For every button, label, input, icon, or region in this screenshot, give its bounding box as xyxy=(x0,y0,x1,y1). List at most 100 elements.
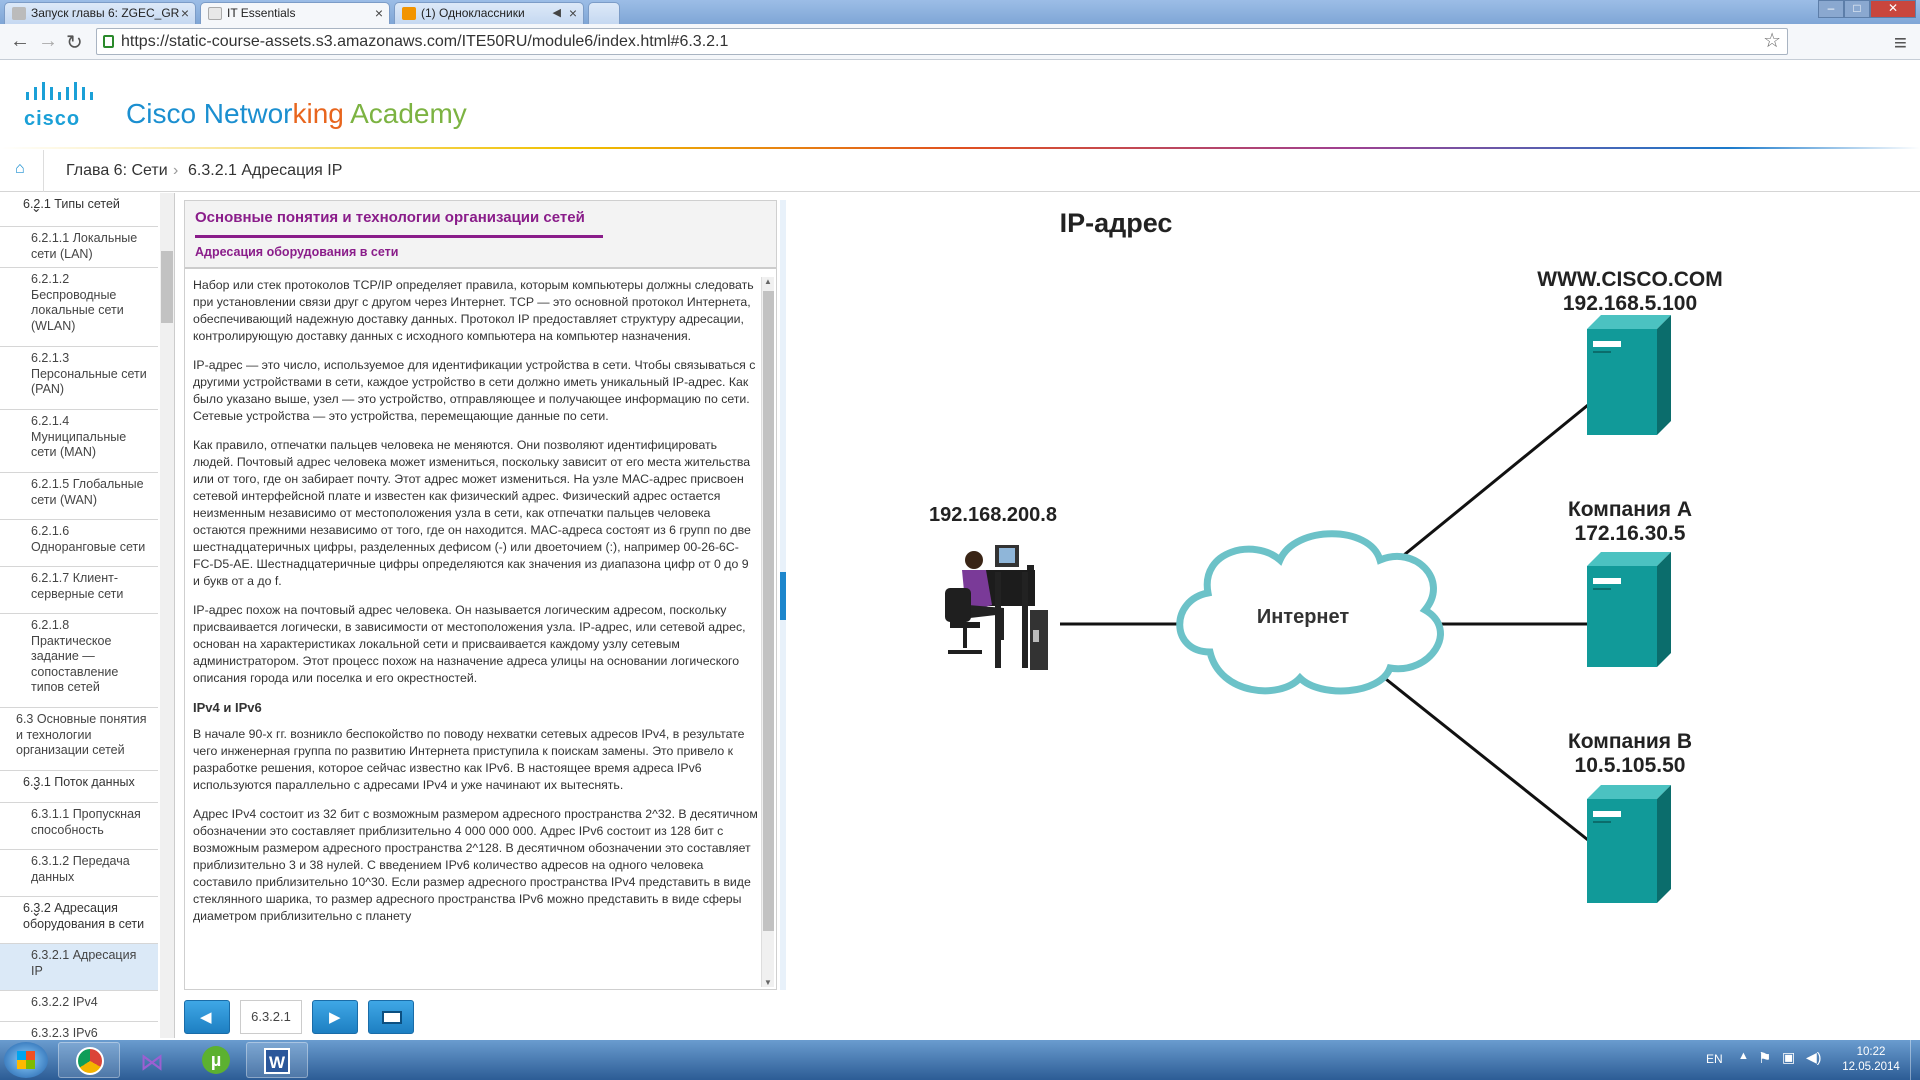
server-company-a-icon xyxy=(1587,552,1671,667)
close-icon[interactable]: × xyxy=(375,3,383,23)
taskbar-chrome[interactable] xyxy=(58,1042,120,1078)
sidebar-scrollbar[interactable] xyxy=(160,193,174,1038)
tab-label: Запуск главы 6: ZGEC_GR xyxy=(31,6,180,20)
cisco-wordmark: CISCO xyxy=(24,108,81,130)
maximize-button[interactable]: □ xyxy=(1844,0,1870,18)
home-button[interactable]: ⌂ xyxy=(0,150,44,192)
clock[interactable]: 10:22 12.05.2014 xyxy=(1836,1045,1906,1075)
breadcrumb-separator: › xyxy=(173,162,179,179)
volume-icon[interactable]: ◀) xyxy=(1806,1049,1821,1066)
home-icon: ⌂ xyxy=(15,160,25,177)
network-icon[interactable]: ▣ xyxy=(1782,1049,1795,1066)
scrollbar-thumb[interactable] xyxy=(763,291,774,931)
clock-date: 12.05.2014 xyxy=(1842,1061,1900,1073)
speaker-icon: ◀ xyxy=(552,7,561,19)
subheading: IPv4 и IPv6 xyxy=(193,700,262,715)
language-indicator[interactable]: EN xyxy=(1706,1052,1723,1066)
forward-arrow-icon[interactable]: → xyxy=(38,30,58,53)
content-header: Основные понятия и технологии организаци… xyxy=(185,201,776,269)
toc-item[interactable]: ⌄ 6.3.1 Поток данных xyxy=(0,771,158,803)
toc-item[interactable]: 6.2.1.7 Клиент-серверные сети xyxy=(0,567,158,614)
toc-item[interactable]: 6.2.1.2 Беспроводные локальные сети (WLA… xyxy=(0,268,158,347)
close-icon[interactable]: × xyxy=(569,3,577,23)
toc-item[interactable]: 6.3.2.3 IPv6 xyxy=(0,1022,158,1038)
content-panel: Основные понятия и технологии организаци… xyxy=(184,200,777,990)
chevron-down-icon: ⌄ xyxy=(31,905,42,919)
toc-item[interactable]: 6.3.1.2 Передача данных xyxy=(0,850,158,897)
paragraph: Как правило, отпечатки пальцев человека … xyxy=(193,438,751,588)
tab-odnoklassniki[interactable]: (1) Одноклассники ◀ × xyxy=(394,2,584,24)
tab-it-essentials[interactable]: IT Essentials × xyxy=(200,2,390,25)
toc-item[interactable]: 6.3 Основные понятия и технологии органи… xyxy=(0,708,158,771)
media-button[interactable] xyxy=(368,1000,414,1034)
cisco-bars-icon xyxy=(26,82,93,100)
academy-title-accent: king xyxy=(292,98,344,129)
show-desktop-button[interactable] xyxy=(1910,1040,1920,1080)
paragraph: Набор или стек протоколов TCP/IP определ… xyxy=(193,278,754,343)
minimize-button[interactable]: – xyxy=(1818,0,1844,18)
academy-title-part: Cisco Networ xyxy=(126,98,293,129)
toc-item[interactable]: 6.2.1.8 Практическое задание — сопоставл… xyxy=(0,614,158,708)
visual-studio-icon: ⋈ xyxy=(140,1049,164,1076)
chrome-icon xyxy=(76,1047,104,1075)
browser-tab-strip: Запуск главы 6: ZGEC_GR × IT Essentials … xyxy=(0,0,1920,25)
taskbar-utorrent[interactable]: µ xyxy=(184,1042,246,1078)
server-company-b-icon xyxy=(1587,785,1671,903)
server-cisco-icon xyxy=(1587,315,1671,435)
menu-icon[interactable]: ≡ xyxy=(1894,30,1907,56)
new-tab-button[interactable] xyxy=(588,2,620,24)
browser-toolbar: ← → ↻ https://static-course-assets.s3.am… xyxy=(0,24,1920,60)
toc-item[interactable]: 6.3.2.2 IPv4 xyxy=(0,991,158,1022)
paragraph: IP-адрес — это число, используемое для и… xyxy=(193,358,756,423)
page-icon xyxy=(208,7,222,20)
scroll-down-arrow-icon[interactable]: ▼ xyxy=(764,978,772,987)
breadcrumb: ⌂ Глава 6: Сети › 6.3.2.1 Адресация IP xyxy=(0,150,1920,192)
scroll-up-arrow-icon[interactable]: ▲ xyxy=(764,277,772,286)
server-cisco-label: WWW.CISCO.COM 192.168.5.100 xyxy=(1537,268,1723,315)
show-hidden-icons-icon[interactable]: ▲ xyxy=(1738,1050,1749,1062)
user-workstation-icon xyxy=(945,545,1048,670)
cloud-label: Интернет xyxy=(1256,606,1350,628)
chevron-down-icon: ⌄ xyxy=(31,201,42,215)
toc-item[interactable]: ⌄ 6.3.2 Адресация оборудования в сети xyxy=(0,897,158,944)
site-header: CISCO Cisco Networking Academy xyxy=(0,60,1920,148)
toc-item[interactable]: 6.3.1.1 Пропускная способность xyxy=(0,803,158,850)
windows-logo-icon xyxy=(17,1051,35,1069)
back-arrow-icon[interactable]: ← xyxy=(10,30,30,53)
close-icon[interactable]: × xyxy=(181,3,189,23)
title-underline xyxy=(195,235,603,238)
cisco-logo[interactable]: CISCO xyxy=(24,82,108,130)
taskbar-visual-studio[interactable]: ⋈ xyxy=(122,1042,184,1078)
address-bar[interactable]: https://static-course-assets.s3.amazonaw… xyxy=(96,28,1788,55)
toc-item[interactable]: ⌄ 6.2.1 Типы сетей xyxy=(0,193,158,227)
section-title: Основные понятия и технологии организаци… xyxy=(195,209,585,226)
bookmark-star-icon[interactable]: ☆ xyxy=(1763,29,1781,54)
tab-chapter-launch[interactable]: Запуск главы 6: ZGEC_GR × xyxy=(4,2,196,24)
scrollbar-thumb[interactable] xyxy=(161,251,173,323)
toc-item[interactable]: 6.2.1.5 Глобальные сети (WAN) xyxy=(0,473,158,520)
toc-item[interactable]: 6.2.1.1 Локальные сети (LAN) xyxy=(0,227,158,268)
content-scrollbar[interactable]: ▲ ▼ xyxy=(761,277,774,987)
taskbar-word[interactable]: W xyxy=(246,1042,308,1078)
splitter-handle[interactable] xyxy=(780,572,786,620)
toc-item[interactable]: 6.2.1.6 Одноранговые сети xyxy=(0,520,158,567)
toc-item[interactable]: 6.2.1.4 Муниципальные сети (MAN) xyxy=(0,410,158,473)
odnoklassniki-icon xyxy=(402,7,416,20)
academy-title: Cisco Networking Academy xyxy=(126,98,467,130)
close-window-button[interactable]: ✕ xyxy=(1870,0,1916,18)
arrow-left-icon: ◀ xyxy=(200,1009,212,1026)
panel-splitter[interactable] xyxy=(780,200,786,990)
chevron-down-icon: ⌄ xyxy=(31,779,42,793)
breadcrumb-chapter[interactable]: Глава 6: Сети xyxy=(66,150,168,192)
paragraph: Адрес IPv4 состоит из 32 бит с возможным… xyxy=(193,807,758,923)
toc-item-current[interactable]: 6.3.2.1 Адресация IP xyxy=(0,944,158,991)
next-page-button[interactable]: ▶ xyxy=(312,1000,358,1034)
toc-sidebar: ⌄ 6.2.1 Типы сетей 6.2.1.1 Локальные сети… xyxy=(0,193,175,1038)
content-body: Набор или стек протоколов TCP/IP определ… xyxy=(193,277,758,983)
start-button[interactable] xyxy=(4,1042,48,1078)
flag-icon[interactable]: ⚑ xyxy=(1758,1049,1771,1067)
prev-page-button[interactable]: ◀ xyxy=(184,1000,230,1034)
reload-icon[interactable]: ↻ xyxy=(66,30,83,55)
arrow-right-icon: ▶ xyxy=(329,1009,341,1026)
toc-item[interactable]: 6.2.1.3 Персональные сети (PAN) xyxy=(0,347,158,410)
